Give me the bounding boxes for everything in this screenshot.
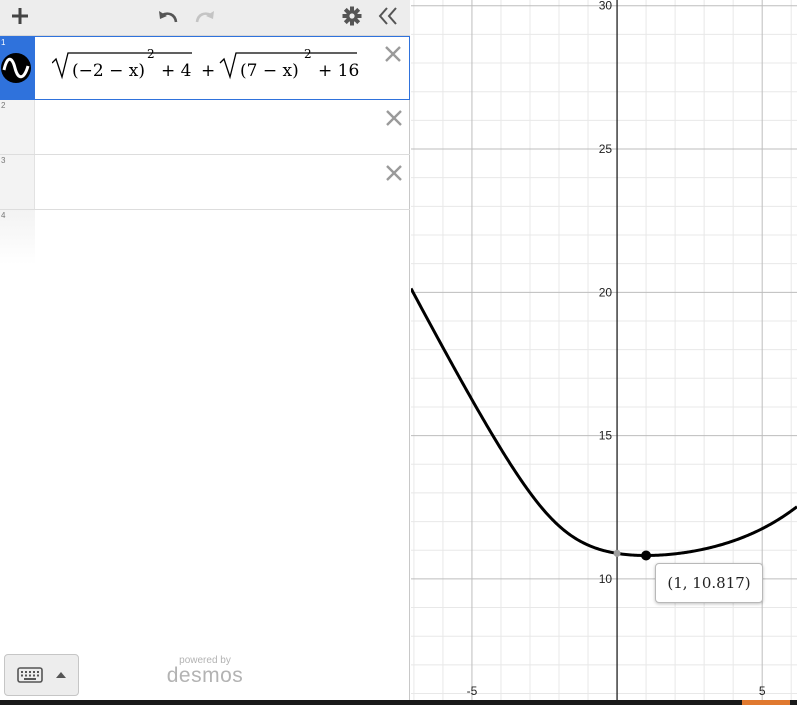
expression-number: 1 xyxy=(1,38,6,47)
settings-button[interactable] xyxy=(340,0,364,32)
selected-point[interactable] xyxy=(641,550,652,561)
expression-gutter[interactable]: 3 xyxy=(0,155,35,209)
expression-gutter[interactable]: 1 xyxy=(0,37,35,99)
desmos-logo-text: desmos xyxy=(166,664,244,687)
add-expression-button[interactable] xyxy=(6,0,34,32)
gear-icon xyxy=(342,6,362,26)
y-tick-label: 15 xyxy=(599,429,613,443)
window-bottom-edge xyxy=(0,700,797,705)
caret-up-icon xyxy=(55,672,66,678)
function-curve[interactable] xyxy=(411,287,797,557)
formula-term2-exponent: 2 xyxy=(304,47,312,61)
expression-gutter[interactable]: 2 xyxy=(0,100,35,154)
function-curve-path[interactable] xyxy=(411,287,797,557)
plus-icon xyxy=(12,8,28,24)
formula-term1-plus: + 4 xyxy=(161,61,192,81)
x-tick-label: -5 xyxy=(467,684,478,698)
y-tick-label: 25 xyxy=(599,142,613,156)
formula-term2-plus: + 16 xyxy=(318,61,360,81)
redo-icon xyxy=(195,11,214,23)
expression-row-4[interactable]: 4 xyxy=(0,210,410,265)
expression-number: 4 xyxy=(1,211,6,220)
delete-expression-icon[interactable] xyxy=(384,108,404,128)
expression-toolbar xyxy=(0,0,410,36)
keyboard-icon xyxy=(16,667,43,683)
sine-wave-icon[interactable] xyxy=(0,51,33,85)
formula-term1-exponent: 2 xyxy=(147,47,155,61)
undo-button[interactable] xyxy=(153,0,183,32)
delete-expression-icon[interactable] xyxy=(384,163,404,183)
expression-row-1[interactable]: 1 (−2 − x) 2 + 4 + (7 − x) 2 + 16 xyxy=(0,36,410,100)
expression-number: 3 xyxy=(1,156,6,165)
redo-button[interactable] xyxy=(190,0,220,32)
formula-join-plus: + xyxy=(201,61,216,81)
y-tick-label: 20 xyxy=(599,285,613,299)
y-intercept-point[interactable] xyxy=(613,549,621,557)
collapse-panel-button[interactable] xyxy=(374,0,402,32)
undo-icon xyxy=(159,11,178,23)
expression-row-2[interactable]: 2 xyxy=(0,100,410,155)
x-tick-label: 5 xyxy=(759,684,766,698)
formula-term2-base: (7 − x) xyxy=(240,61,299,81)
y-tick-label: 30 xyxy=(599,0,613,13)
taskbar-accent xyxy=(742,700,790,705)
delete-expression-icon[interactable] xyxy=(383,44,403,64)
point-coordinate-label: (1, 10.817) xyxy=(655,563,763,603)
expression-number: 2 xyxy=(1,101,6,110)
expression-panel: 1 (−2 − x) 2 + 4 + (7 − x) 2 + 16 2 3 4 … xyxy=(0,0,410,705)
expression-row-3[interactable]: 3 xyxy=(0,155,410,210)
formula-term1-base: (−2 − x) xyxy=(72,61,145,81)
double-chevron-left-icon xyxy=(378,7,397,25)
keyboard-toggle-button[interactable] xyxy=(4,654,79,696)
y-tick-label: 10 xyxy=(599,572,613,586)
desmos-branding[interactable]: powered by desmos xyxy=(160,655,250,688)
expression-gutter[interactable]: 4 xyxy=(0,210,35,265)
